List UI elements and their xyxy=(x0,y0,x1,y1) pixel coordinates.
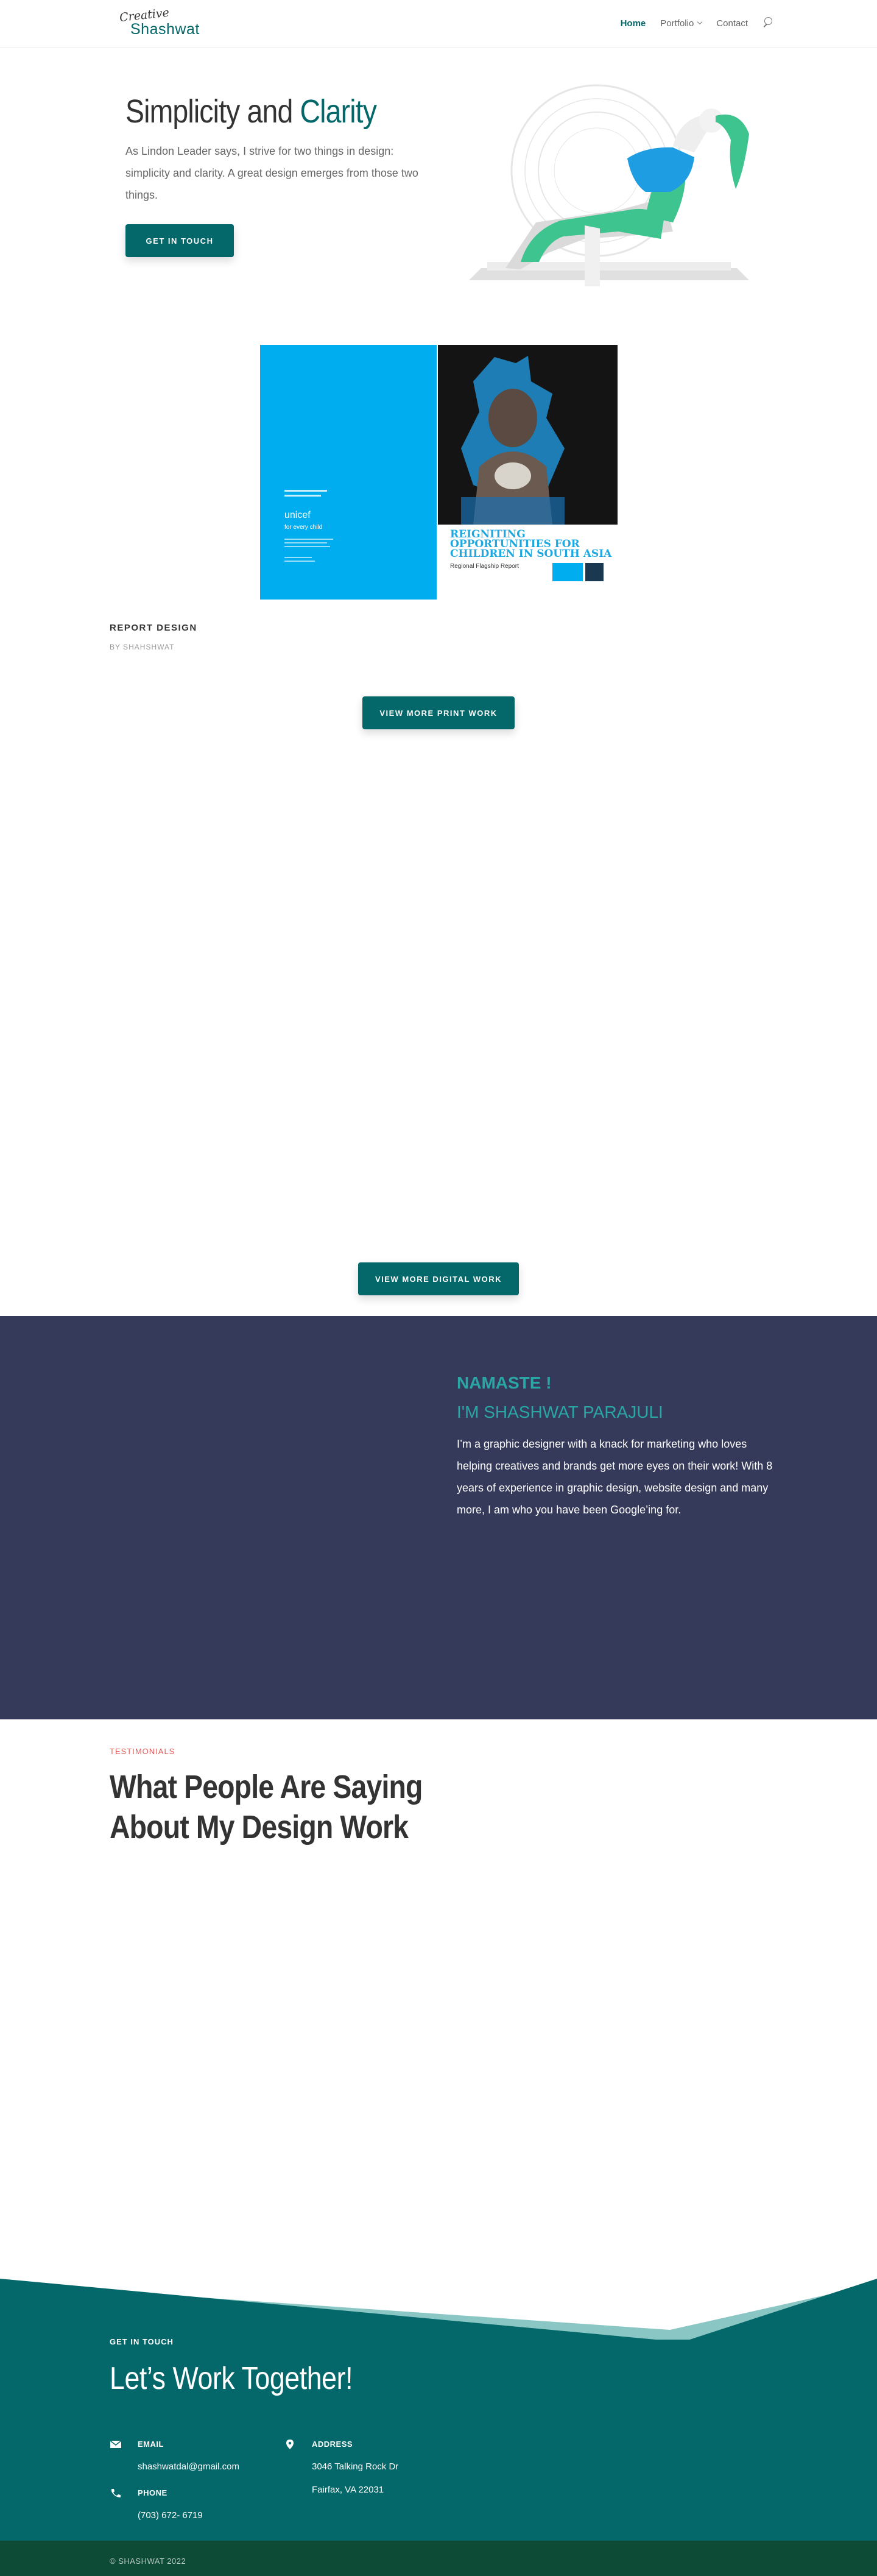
testimonials-label: TESTIMONIALS xyxy=(110,1747,175,1756)
main-nav: Home Portfolio Contact xyxy=(621,17,772,29)
portfolio-item-author: BY SHAHSHWAT xyxy=(110,643,175,651)
logo-name: Shashwat xyxy=(130,21,200,38)
view-print-work-button[interactable]: VIEW MORE PRINT WORK xyxy=(362,696,515,729)
hero-title-part1: Simplicity and xyxy=(125,93,300,130)
search-icon[interactable] xyxy=(763,17,772,29)
brochure-headline-3: CHILDREN IN SOUTH ASIA xyxy=(450,548,612,560)
chevron-down-icon xyxy=(697,19,703,25)
report-brochure-image[interactable]: REIGNITING OPPORTUNITIES FOR CHILDREN IN… xyxy=(260,345,618,600)
hero-title-accent: Clarity xyxy=(300,93,377,130)
copyright: © SHASHWAT 2022 xyxy=(110,2557,186,2566)
brochure-back-logo: unicef xyxy=(284,510,311,520)
about-heading-namaste: NAMASTE ! xyxy=(457,1373,552,1392)
phone-value[interactable]: (703) 672- 6719 xyxy=(138,2504,203,2527)
address-line-2: Fairfax, VA 22031 xyxy=(312,2485,384,2495)
footer-eyebrow: GET IN TOUCH xyxy=(110,2337,174,2346)
email-icon xyxy=(110,2440,122,2448)
email-label: EMAIL xyxy=(138,2440,164,2449)
site-header: Creative Shashwat Home Portfolio Contact xyxy=(0,0,877,48)
page: Creative Shashwat Home Portfolio Contact… xyxy=(0,0,877,2576)
view-digital-work-button[interactable]: VIEW MORE DIGITAL WORK xyxy=(358,1262,519,1295)
brochure-back-tagline: for every child xyxy=(284,524,322,531)
hero-text: As Lindon Leader says, I strive for two … xyxy=(125,145,418,201)
phone-icon xyxy=(111,2489,121,2497)
about-text: I’m a graphic designer with a knack for … xyxy=(457,1438,773,1516)
testimonials-title: What People Are Saying About My Design W… xyxy=(110,1769,423,1845)
address-label: ADDRESS xyxy=(312,2440,353,2449)
address-line-1: 3046 Talking Rock Dr xyxy=(312,2461,399,2472)
about-heading-name: I'M SHASHWAT PARAJULI xyxy=(457,1403,663,1421)
site-logo[interactable]: Creative Shashwat xyxy=(119,6,205,39)
hero-illustration xyxy=(469,84,749,286)
hero-title: Simplicity and Clarity xyxy=(125,93,377,130)
brochure-subtitle: Regional Flagship Report xyxy=(450,563,519,570)
nav-portfolio[interactable]: Portfolio xyxy=(660,18,703,29)
nav-home[interactable]: Home xyxy=(621,18,646,29)
footer-title: Let’s Work Together! xyxy=(110,2361,353,2396)
nav-portfolio-label: Portfolio xyxy=(660,18,694,29)
get-in-touch-button[interactable]: GET IN TOUCH xyxy=(125,224,234,257)
phone-label: PHONE xyxy=(138,2488,167,2497)
nav-contact[interactable]: Contact xyxy=(716,18,748,29)
email-value[interactable]: shashwatdal@gmail.com xyxy=(138,2455,239,2479)
location-pin-icon xyxy=(286,2440,294,2449)
portfolio-item-title[interactable]: REPORT DESIGN xyxy=(110,623,197,633)
